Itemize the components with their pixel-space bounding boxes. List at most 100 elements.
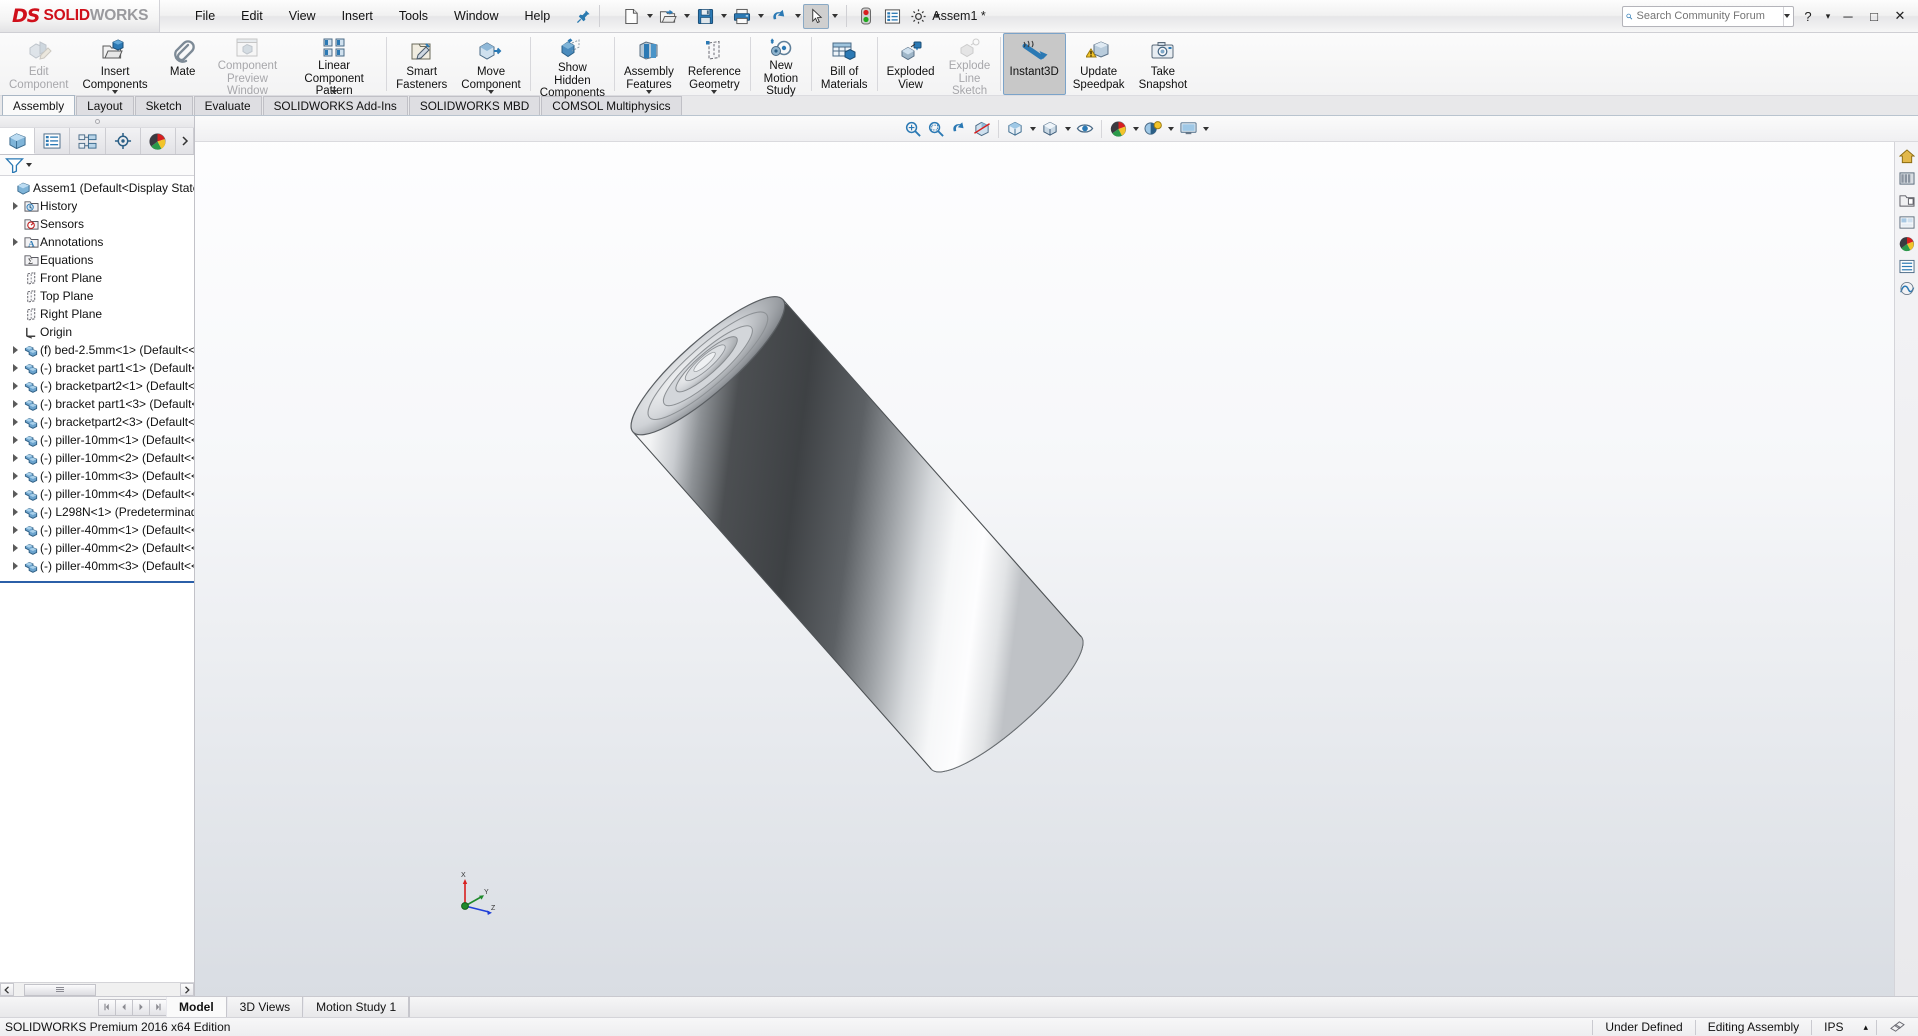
- prev-tab-button[interactable]: [115, 998, 133, 1016]
- component-preview-window-button[interactable]: Component Preview Window: [211, 33, 284, 97]
- help-button[interactable]: ?: [1796, 5, 1820, 27]
- edit-appearance-button[interactable]: [1107, 118, 1129, 140]
- display-style-button[interactable]: [1039, 118, 1061, 140]
- filter-dropdown-caret[interactable]: [26, 163, 32, 167]
- mate-button[interactable]: Mate: [155, 33, 211, 95]
- reference-geometry-button[interactable]: Reference Geometry: [681, 33, 748, 95]
- tree-node[interactable]: (-) piller-10mm<1> (Default<<Defa: [0, 431, 194, 449]
- options-gear-icon[interactable]: [905, 4, 931, 29]
- tree-node[interactable]: Assem1 (Default<Display State-1>): [0, 179, 194, 197]
- design-library-home-icon[interactable]: [1897, 146, 1917, 166]
- save-dropdown[interactable]: [718, 4, 729, 29]
- display-style-dropdown[interactable]: [1062, 116, 1073, 141]
- expand-arrow-icon[interactable]: [8, 472, 22, 480]
- menu-view[interactable]: View: [276, 4, 329, 28]
- tree-scroll-left-button[interactable]: [0, 983, 14, 996]
- edit-appearance-dropdown[interactable]: [1130, 116, 1141, 141]
- expand-arrow-icon[interactable]: [8, 202, 22, 210]
- undo-button[interactable]: [766, 4, 792, 29]
- apply-scene-dropdown[interactable]: [1165, 116, 1176, 141]
- last-tab-button[interactable]: [149, 998, 167, 1016]
- expand-arrow-icon[interactable]: [8, 400, 22, 408]
- feature-tree[interactable]: Assem1 (Default<Display State-1>) History…: [0, 176, 194, 579]
- bill-of-materials-button[interactable]: Bill of Materials: [814, 33, 875, 95]
- next-tab-button[interactable]: [132, 998, 150, 1016]
- reference-geometry-dropdown[interactable]: [711, 90, 718, 94]
- bottom-tab-model[interactable]: Model: [166, 997, 227, 1017]
- expand-arrow-icon[interactable]: [8, 526, 22, 534]
- tree-node[interactable]: (-) piller-40mm<3> (Default<<Defa: [0, 557, 194, 575]
- tab-layout[interactable]: Layout: [76, 96, 134, 115]
- search-dropdown[interactable]: [1782, 6, 1791, 26]
- update-speedpak-button[interactable]: Update Speedpak: [1066, 33, 1132, 95]
- rebuild-button[interactable]: [853, 4, 879, 29]
- feature-tree-filter[interactable]: [0, 155, 194, 176]
- expand-arrow-icon[interactable]: [8, 418, 22, 426]
- tree-node[interactable]: Σ Equations: [0, 251, 194, 269]
- instant3d-button[interactable]: Instant3D: [1002, 33, 1066, 95]
- explode-line-sketch-button[interactable]: Explode Line Sketch: [942, 33, 998, 97]
- file-explorer-icon[interactable]: [1897, 190, 1917, 210]
- status-units-caret[interactable]: ▴: [1855, 1019, 1876, 1036]
- save-button[interactable]: [692, 4, 718, 29]
- tree-node[interactable]: Sensors: [0, 215, 194, 233]
- expand-arrow-icon[interactable]: [8, 436, 22, 444]
- custom-properties-icon[interactable]: [1897, 256, 1917, 276]
- view-orientation-dropdown[interactable]: [1027, 116, 1038, 141]
- new-document-button[interactable]: [618, 4, 644, 29]
- options-dropdown[interactable]: [931, 4, 942, 29]
- tree-scroll-thumb[interactable]: [24, 983, 96, 996]
- section-view-button[interactable]: [971, 118, 993, 140]
- move-component-button[interactable]: Move Component: [454, 33, 527, 95]
- menu-file[interactable]: File: [182, 4, 228, 28]
- tab-assembly[interactable]: Assembly: [2, 95, 76, 115]
- tree-node[interactable]: (-) piller-10mm<2> (Default<<Defa: [0, 449, 194, 467]
- bottom-tab-motion-study-1[interactable]: Motion Study 1: [303, 997, 410, 1017]
- tab-sketch[interactable]: Sketch: [134, 96, 193, 115]
- open-document-button[interactable]: [655, 4, 681, 29]
- select-button[interactable]: [803, 3, 830, 29]
- feature-manager-tab[interactable]: [0, 128, 36, 154]
- assembly-features-button[interactable]: Assembly Features: [617, 33, 681, 95]
- smart-fasteners-button[interactable]: Smart Fasteners: [389, 33, 454, 95]
- dimxpert-manager-tab[interactable]: [105, 128, 141, 154]
- comsol-panel-icon[interactable]: [1897, 278, 1917, 298]
- tree-node[interactable]: Right Plane: [0, 305, 194, 323]
- zoom-to-fit-button[interactable]: [902, 118, 924, 140]
- tree-node[interactable]: History: [0, 197, 194, 215]
- first-tab-button[interactable]: [98, 998, 116, 1016]
- expand-arrow-icon[interactable]: [8, 508, 22, 516]
- close-button[interactable]: ✕: [1888, 5, 1912, 27]
- menu-insert[interactable]: Insert: [329, 4, 386, 28]
- file-properties-button[interactable]: [879, 4, 905, 29]
- view-settings-dropdown[interactable]: [1200, 116, 1211, 141]
- tree-node[interactable]: (-) piller-10mm<3> (Default<<Defa: [0, 467, 194, 485]
- tree-node[interactable]: Origin: [0, 323, 194, 341]
- linear-component-pattern-button[interactable]: Linear Component Pattern: [284, 33, 384, 97]
- view-settings-button[interactable]: [1177, 118, 1199, 140]
- minimize-button[interactable]: ─: [1836, 5, 1860, 27]
- solidworks-logo[interactable]: DS SOLIDWORKS: [0, 0, 160, 32]
- tree-node[interactable]: (-) bracketpart2<1> (Default<<Defa: [0, 377, 194, 395]
- zoom-to-area-button[interactable]: [925, 118, 947, 140]
- print-dropdown[interactable]: [755, 4, 766, 29]
- apply-scene-button[interactable]: [1142, 118, 1164, 140]
- menu-help[interactable]: Help: [512, 4, 564, 28]
- undo-dropdown[interactable]: [792, 4, 803, 29]
- select-dropdown[interactable]: [829, 4, 840, 29]
- tree-node[interactable]: (-) piller-10mm<4> (Default<<Defa: [0, 485, 194, 503]
- new-motion-study-button[interactable]: New Motion Study: [753, 33, 809, 97]
- property-manager-tab[interactable]: [35, 128, 71, 154]
- tree-node[interactable]: (-) bracket part1<1> (Default<<Def: [0, 359, 194, 377]
- tree-node[interactable]: (-) bracketpart2<3> (Default<<Defa: [0, 413, 194, 431]
- print-button[interactable]: [729, 4, 755, 29]
- tree-node[interactable]: (-) piller-40mm<2> (Default<<Defa: [0, 539, 194, 557]
- tree-node[interactable]: (-) L298N<1> (Predeterminado<<P: [0, 503, 194, 521]
- more-manager-tabs-button[interactable]: [176, 128, 195, 154]
- tree-node[interactable]: (-) piller-40mm<4> (Default<<Defa: [0, 575, 194, 579]
- exploded-view-button[interactable]: Exploded View: [880, 33, 942, 95]
- expand-arrow-icon[interactable]: [8, 544, 22, 552]
- view-orientation-button[interactable]: [1004, 118, 1026, 140]
- appearances-scenes-icon[interactable]: [1897, 234, 1917, 254]
- open-document-dropdown[interactable]: [681, 4, 692, 29]
